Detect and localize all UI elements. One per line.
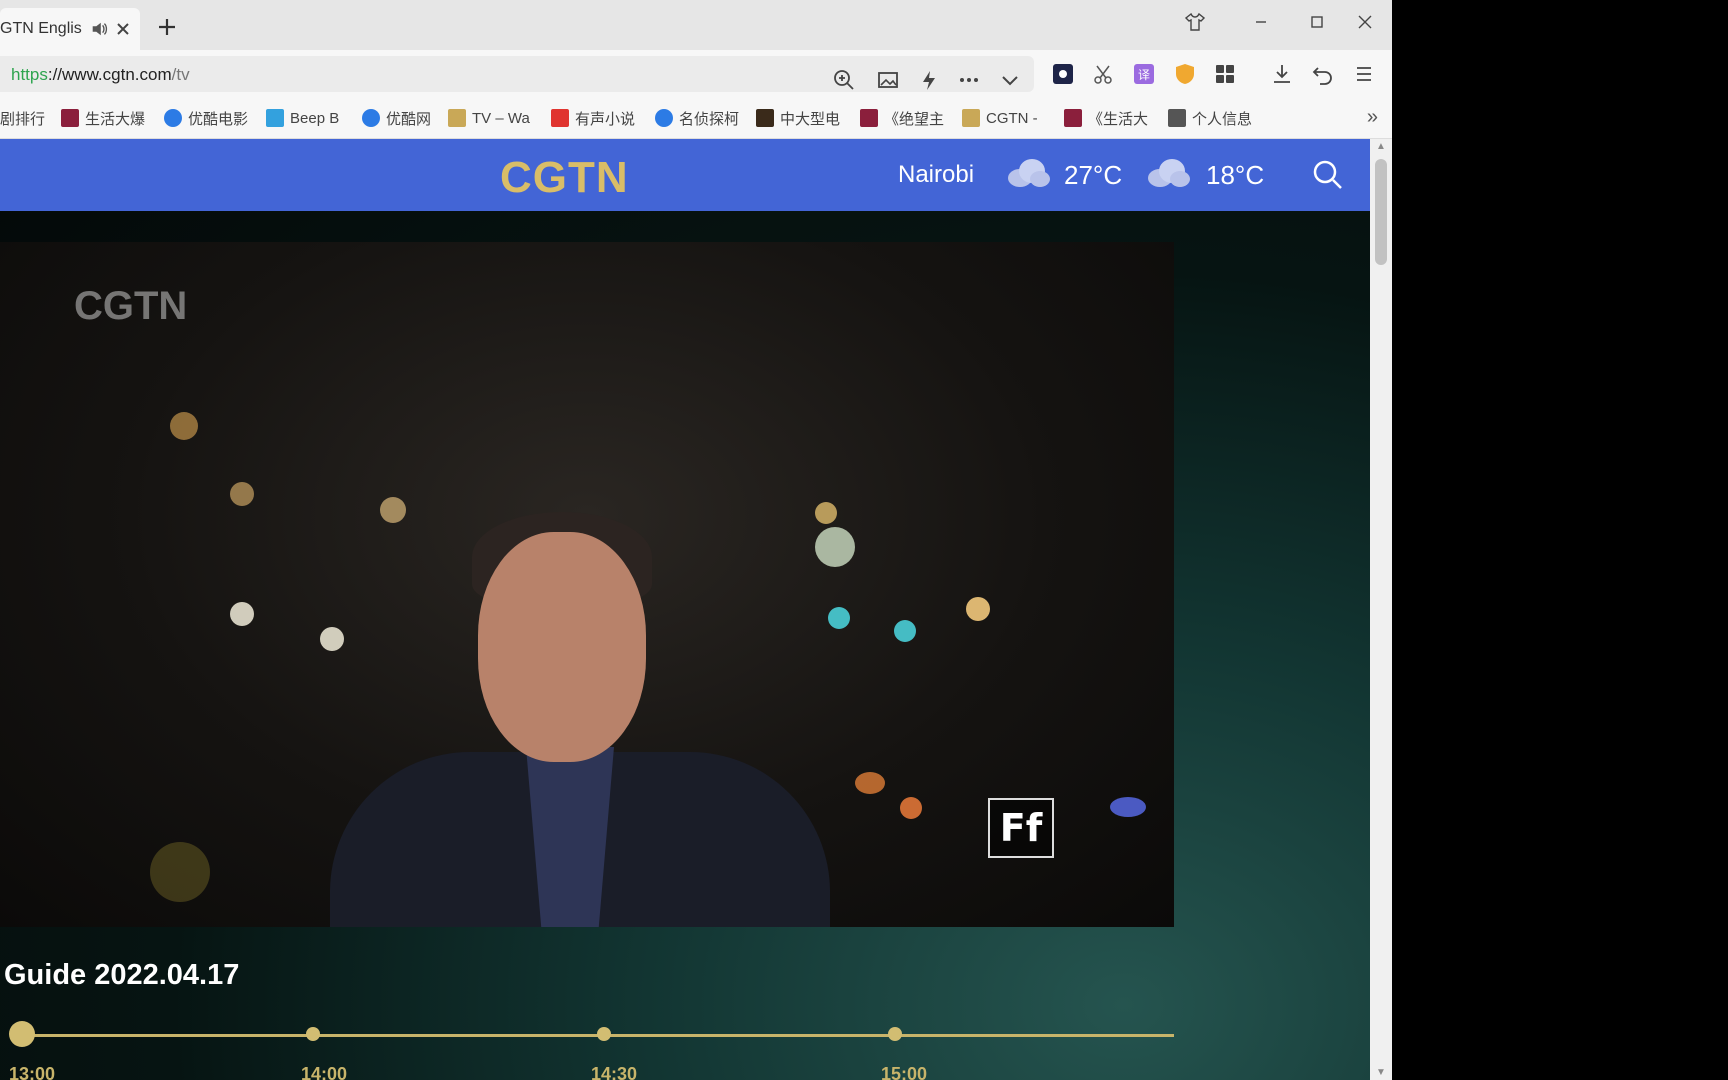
temp-low: 18°C <box>1206 160 1265 190</box>
shield-icon[interactable] <box>1173 62 1197 86</box>
bookmark-favicon-icon <box>860 109 878 127</box>
close-window-icon[interactable] <box>1350 8 1380 36</box>
tab-strip: GTN English <box>0 0 1392 50</box>
site-header: CGTN Nairobi 27°C 18°C <box>0 139 1370 211</box>
cgtn-favicon-icon <box>962 109 980 127</box>
video-watermark: CGTN <box>74 284 188 328</box>
bookmark-item[interactable]: CGTN - <box>962 108 1038 128</box>
bookmarks-overflow-button[interactable]: » <box>1367 106 1378 129</box>
bokeh-light <box>900 797 922 819</box>
svg-text:译: 译 <box>1138 68 1150 82</box>
guide-title: Guide 2022.04.17 <box>4 959 240 991</box>
chevron-down-icon[interactable] <box>998 68 1022 92</box>
scroll-down-icon[interactable]: ▼ <box>1376 1067 1386 1078</box>
bookmark-item[interactable]: 剧排行 <box>0 108 45 128</box>
bokeh-light <box>855 772 885 794</box>
maximize-icon[interactable] <box>1302 8 1332 36</box>
bookmark-favicon-icon <box>1064 109 1082 127</box>
timeline-marker[interactable] <box>306 1027 320 1041</box>
timeline-marker-current[interactable] <box>9 1021 35 1047</box>
timeline-time-label[interactable]: 14:00 <box>301 1064 347 1080</box>
bokeh-light <box>815 527 855 567</box>
bokeh-light <box>966 597 990 621</box>
presenter-face <box>478 532 646 762</box>
audiobook-icon <box>551 109 569 127</box>
youku-icon <box>655 109 673 127</box>
shirt-icon[interactable] <box>1180 8 1210 36</box>
weather-city: Nairobi <box>898 161 975 188</box>
cloud-icon <box>1148 159 1190 187</box>
bookmark-favicon-icon <box>61 109 79 127</box>
scroll-thumb[interactable] <box>1375 159 1387 265</box>
bookmark-item[interactable]: 个人信息 <box>1168 108 1252 128</box>
timeline-marker[interactable] <box>597 1027 611 1041</box>
undo-icon[interactable] <box>1311 62 1335 86</box>
bookmark-favicon-icon <box>756 109 774 127</box>
bookmarks-bar: 剧排行 生活大爆 优酷电影 Beep B 优酷网 TV – Wa 有声小说 名侦… <box>0 98 1392 139</box>
youku-icon <box>362 109 380 127</box>
timeline-time-label[interactable]: 13:00 <box>9 1064 55 1080</box>
download-icon[interactable] <box>1270 62 1294 86</box>
bokeh-light <box>320 627 344 651</box>
bokeh-light <box>828 607 850 629</box>
apps-grid-icon[interactable] <box>1213 62 1237 86</box>
zoom-in-icon[interactable] <box>832 68 856 92</box>
speaker-icon[interactable] <box>90 20 108 38</box>
more-dots-icon[interactable] <box>957 68 981 92</box>
scissors-icon[interactable] <box>1091 62 1115 86</box>
timeline-time-label[interactable]: 15:00 <box>881 1064 927 1080</box>
lightning-icon[interactable] <box>917 68 941 92</box>
bookmark-item[interactable]: 《生活大 <box>1064 108 1148 128</box>
bookmark-item[interactable]: 中大型电 <box>756 108 840 128</box>
bokeh-light <box>380 497 406 523</box>
bokeh-light <box>1110 797 1146 817</box>
browser-window: GTN English https://www.cgtn.com/tv 译 剧排… <box>0 0 1392 1080</box>
video-player[interactable]: CGTN Ff <box>0 242 1174 927</box>
scroll-up-icon[interactable]: ▲ <box>1376 141 1386 152</box>
menu-icon[interactable] <box>1352 62 1376 86</box>
youku-icon <box>164 109 182 127</box>
bokeh-light <box>894 620 916 642</box>
bookmark-item[interactable]: 优酷电影 <box>164 108 248 128</box>
image-icon[interactable] <box>876 68 900 92</box>
address-row: https://www.cgtn.com/tv 译 <box>0 50 1392 98</box>
minimize-icon[interactable] <box>1246 8 1276 36</box>
ff-logo-icon: Ff <box>988 798 1054 858</box>
bokeh-light <box>230 602 254 626</box>
tab-title: GTN English <box>0 20 82 37</box>
temp-high: 27°C <box>1064 160 1123 190</box>
bookmark-item[interactable]: 《绝望主 <box>860 108 944 128</box>
bilibili-icon <box>266 109 284 127</box>
bookmark-item[interactable]: 生活大爆 <box>61 108 145 128</box>
url-text: https://www.cgtn.com/tv <box>11 65 190 84</box>
search-icon[interactable] <box>1312 159 1344 191</box>
bookmark-item[interactable]: 名侦探柯 <box>655 108 739 128</box>
bookmark-item[interactable]: 优酷网 <box>362 108 431 128</box>
bokeh-light <box>170 412 198 440</box>
bookmark-favicon-icon <box>1168 109 1186 127</box>
site-logo[interactable]: CGTN <box>500 153 629 203</box>
bokeh-light <box>815 502 837 524</box>
browser-tab[interactable]: GTN English <box>0 8 140 50</box>
desktop-background <box>1392 0 1728 1080</box>
timeline-time-label[interactable]: 14:30 <box>591 1064 637 1080</box>
cgtn-favicon-icon <box>448 109 466 127</box>
bookmark-item[interactable]: Beep B <box>266 108 339 128</box>
bookmark-item[interactable]: 有声小说 <box>551 108 635 128</box>
translate-icon[interactable]: 译 <box>1132 62 1156 86</box>
timeline-marker[interactable] <box>888 1027 902 1041</box>
page-content: CGTN Nairobi 27°C 18°C CGTN Ff Guide 202… <box>0 139 1370 1080</box>
bookmark-item[interactable]: TV – Wa <box>448 108 530 128</box>
bokeh-light <box>230 482 254 506</box>
close-tab-icon[interactable] <box>116 22 130 36</box>
address-bar[interactable]: https://www.cgtn.com/tv <box>0 56 1034 92</box>
new-tab-icon[interactable] <box>156 16 178 38</box>
extension-dark-icon[interactable] <box>1051 62 1075 86</box>
cloud-icon <box>1008 159 1050 187</box>
bokeh-light <box>150 842 210 902</box>
vertical-scrollbar[interactable]: ▲ ▼ <box>1370 139 1392 1080</box>
